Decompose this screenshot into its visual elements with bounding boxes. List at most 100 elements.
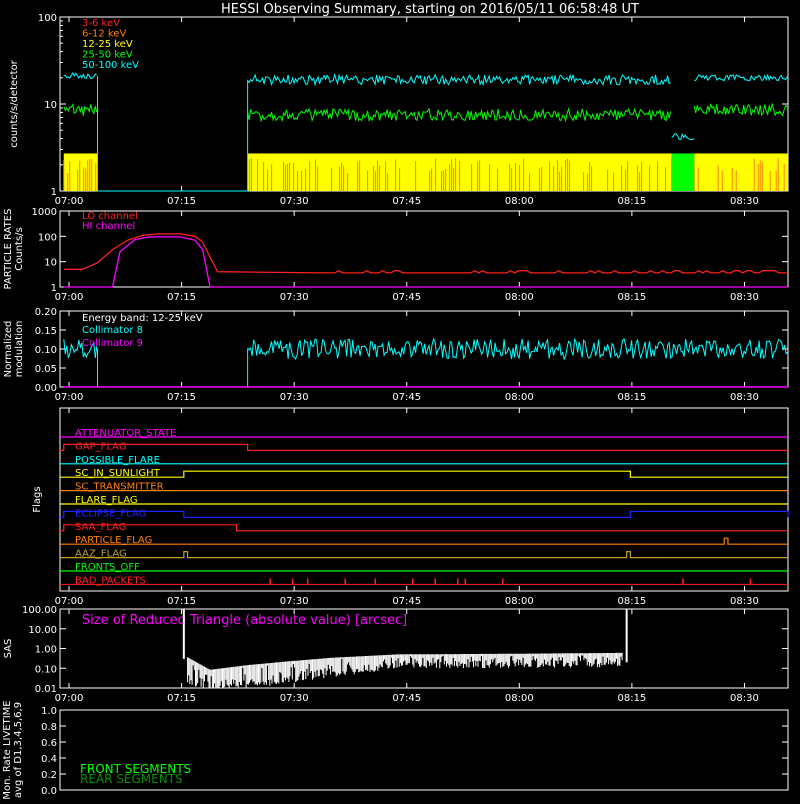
- flags-xtick-label: 07:00: [55, 596, 84, 607]
- counts-ytick-label: 1: [51, 187, 57, 198]
- sas-ytick-label: 0.01: [35, 684, 57, 695]
- counts-ylabel: counts/s/detector: [9, 59, 20, 147]
- counts-25-50kev-fill: [671, 153, 695, 191]
- livetime-ylabel: Mon. Rate LIVETIME: [2, 700, 13, 799]
- particle-ylabel-units: Counts/s: [14, 227, 25, 271]
- counts-legend-entry: 25-50 keV: [82, 50, 133, 61]
- flags-xtick-label: 07:30: [280, 596, 309, 607]
- livetime-ytick-label: 0.6: [41, 738, 57, 749]
- counts-25-50kev-line: [247, 107, 672, 123]
- modulation-ytick-label: 0.05: [35, 364, 57, 375]
- modulation-xtick-label: 08:00: [505, 392, 534, 403]
- summary-plot-canvas: HESSI Observing Summary, starting on 201…: [2, 2, 789, 800]
- counts-xtick-label: 08:00: [505, 196, 534, 207]
- counts-50-100kev-line: [63, 72, 98, 80]
- flags-xtick-label: 08:00: [505, 596, 534, 607]
- particle-frame: [59, 210, 789, 288]
- sas-xtick-label: 08:30: [730, 693, 759, 704]
- sas-xtick-label: 07:15: [167, 693, 196, 704]
- flags-ylabel: Flags: [32, 486, 43, 512]
- livetime-ytick-label: 0.4: [41, 754, 57, 765]
- sas-ytick-label: 10.00: [28, 625, 57, 636]
- counts-50-100kev-gap: [97, 75, 249, 192]
- modulation-xtick-label: 07:15: [167, 392, 196, 403]
- particle-xtick-label: 08:15: [617, 292, 646, 303]
- particle-hi-channel-line: [63, 236, 788, 288]
- particle-xtick-label: 07:45: [392, 292, 421, 303]
- flags-xtick-label: 07:45: [392, 596, 421, 607]
- counts-xtick-label: 07:15: [167, 196, 196, 207]
- particle-lo-channel-line: [63, 233, 787, 274]
- particle-xtick-label: 07:30: [280, 292, 309, 303]
- modulation-ylabel: Normalized: [3, 321, 14, 378]
- flags-xtick-label: 08:30: [730, 596, 759, 607]
- counts-xtick-label: 07:00: [55, 196, 84, 207]
- counts-xtick-label: 07:45: [392, 196, 421, 207]
- flag-line-particle-flag: [60, 537, 788, 545]
- flag-line-eclipse-flag: [60, 510, 789, 518]
- counts-ytick-label: 10: [44, 100, 57, 111]
- sas-annotation: Size of Reduced Triangle (absolute value…: [82, 613, 407, 628]
- flag-line-saa-flag: [60, 524, 788, 532]
- particle-ytick-label: 1: [51, 283, 57, 294]
- modulation-xtick-label: 07:45: [392, 392, 421, 403]
- modulation-xtick-label: 08:15: [617, 392, 646, 403]
- hessi-summary-figure: HESSI Observing Summary, starting on 201…: [0, 0, 800, 800]
- sas-xtick-label: 07:00: [55, 693, 84, 704]
- flags-xtick-label: 08:15: [617, 596, 646, 607]
- particle-ytick-label: 100: [38, 232, 57, 243]
- livetime-ytick-label: 1.0: [41, 706, 57, 717]
- counts-50-100kev-line: [247, 72, 671, 87]
- particle-ylabel: PARTICLE RATES: [3, 209, 14, 290]
- counts-legend-entry: 6-12 keV: [82, 29, 126, 40]
- modulation-xtick-label: 08:30: [730, 392, 759, 403]
- livetime-legend-rear: REAR SEGMENTS: [80, 772, 183, 786]
- sas-ytick-label: 100.00: [22, 605, 57, 616]
- livetime-ytick-label: 0.0: [41, 786, 57, 797]
- sas-xtick-label: 08:00: [505, 693, 534, 704]
- counts-ytick-label: 100: [38, 13, 57, 24]
- counts-50-100kev-line: [671, 132, 695, 141]
- figure-title: HESSI Observing Summary, starting on 201…: [221, 2, 639, 17]
- livetime-ytick-label: 0.2: [41, 770, 57, 781]
- modulation-legend-entry: Collimator 9: [82, 338, 143, 349]
- counts-legend-entry: 12-25 keV: [82, 39, 133, 50]
- particle-legend-entry: HI channel: [82, 221, 135, 232]
- counts-25-50kev-line: [693, 102, 788, 117]
- flags-xtick-label: 07:15: [167, 596, 196, 607]
- sas-ytick-label: 0.10: [35, 664, 57, 675]
- modulation-xtick-label: 07:00: [55, 392, 84, 403]
- flag-label: SAA_FLAG: [75, 522, 126, 533]
- particle-ytick-label: 10: [44, 258, 57, 269]
- modulation-legend-entry: Collimator 8: [82, 325, 143, 336]
- modulation-ytick-label: 0.20: [35, 307, 57, 318]
- counts-legend-entry: 50-100 keV: [82, 60, 139, 71]
- flag-line-sc-in-sunlight: [60, 470, 788, 478]
- counts-xtick-label: 07:30: [280, 196, 309, 207]
- sas-ylabel: SAS: [3, 639, 14, 659]
- sas-xtick-label: 07:30: [280, 693, 309, 704]
- counts-50-100kev-line: [694, 73, 788, 82]
- counts-12-25kev-band: [63, 153, 98, 191]
- sas-ytick-label: 1.00: [35, 645, 57, 656]
- counts-25-50kev-line: [63, 103, 98, 116]
- counts-12-25kev-band: [694, 153, 788, 191]
- sas-triangle-size-trace: [187, 652, 623, 688]
- particle-ytick-label: 1000: [32, 207, 57, 218]
- sas-xtick-label: 08:15: [617, 693, 646, 704]
- flag-label: ECLIPSE_FLAG: [75, 508, 146, 519]
- particle-xtick-label: 08:30: [730, 292, 759, 303]
- livetime-ytick-label: 0.8: [41, 722, 57, 733]
- counts-legend-entry: 3-6 keV: [82, 18, 120, 29]
- flag-label: GAP_FLAG: [75, 441, 127, 452]
- modulation-xtick-label: 07:30: [280, 392, 309, 403]
- sas-xtick-label: 07:45: [392, 693, 421, 704]
- modulation-ylabel-2: modulation: [14, 321, 25, 378]
- flag-line-aaz-flag: [60, 551, 788, 559]
- modulation-ytick-label: 0.00: [35, 383, 57, 394]
- livetime-ylabel-2: avg of D1,3,4,5,6,9: [13, 702, 24, 798]
- particle-xtick-label: 07:15: [167, 292, 196, 303]
- counts-xtick-label: 08:30: [730, 196, 759, 207]
- modulation-ytick-label: 0.10: [35, 345, 57, 356]
- modulation-ytick-label: 0.15: [35, 326, 57, 337]
